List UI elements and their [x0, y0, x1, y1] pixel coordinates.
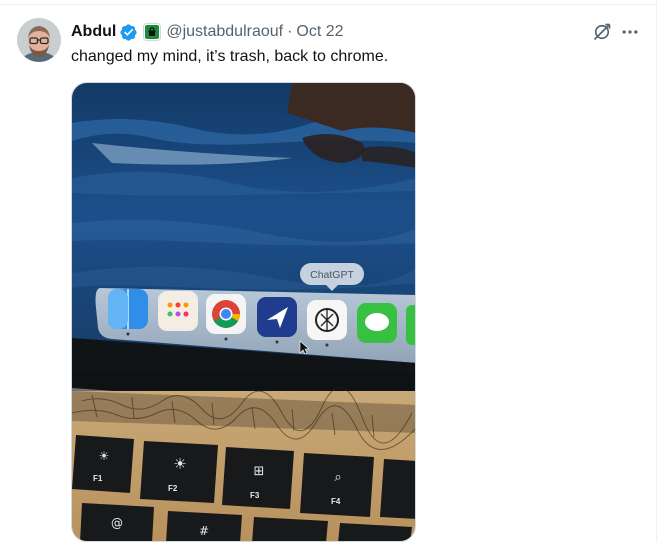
tweet-header: Abdul @justabdulraouf · Oct 22 — [71, 21, 344, 43]
chrome-icon[interactable] — [206, 294, 246, 334]
svg-text:F4: F4 — [331, 497, 341, 506]
svg-text:F1: F1 — [93, 474, 103, 483]
photo-laptop-dock: ChatGPT ☀ F1 ☀ F2 ⊞ F3 ⌕ F4 @ # — [72, 83, 415, 541]
chatgpt-tooltip: ChatGPT — [310, 269, 354, 281]
key-f2: ☀ F2 — [140, 441, 218, 503]
finder-icon[interactable] — [108, 289, 148, 329]
author-name[interactable]: Abdul — [71, 22, 116, 42]
tweet-date[interactable]: Oct 22 — [296, 22, 343, 42]
author-handle[interactable]: @justabdulraouf — [166, 22, 283, 42]
navigation-app-icon[interactable] — [257, 297, 297, 337]
more-icon — [622, 30, 638, 34]
tweet[interactable]: Abdul @justabdulraouf · Oct 22 changed m… — [0, 5, 656, 542]
grok-button[interactable] — [590, 20, 614, 44]
key-at: @ — [80, 503, 154, 541]
grok-icon — [593, 23, 611, 41]
messages-icon[interactable] — [357, 303, 397, 343]
affiliate-badge-icon[interactable] — [143, 23, 162, 41]
column-divider — [656, 0, 657, 542]
svg-text:⌕: ⌕ — [334, 470, 341, 485]
svg-text:#: # — [199, 524, 209, 538]
svg-text:☀: ☀ — [99, 449, 110, 463]
svg-text:☀: ☀ — [173, 455, 186, 473]
header-separator: · — [287, 23, 293, 40]
avatar[interactable] — [17, 18, 61, 62]
key-hash: # — [166, 511, 242, 541]
tweet-text: changed my mind, it’s trash, back to chr… — [71, 48, 389, 65]
tweet-photo[interactable]: ChatGPT ☀ F1 ☀ F2 ⊞ F3 ⌕ F4 @ # — [71, 82, 416, 542]
key-f3: ⊞ F3 — [222, 447, 294, 509]
svg-text:F2: F2 — [168, 484, 178, 493]
svg-text:⊞: ⊞ — [254, 464, 265, 479]
key-f1: ☀ F1 — [72, 435, 134, 493]
more-button[interactable] — [618, 20, 642, 44]
chatgpt-icon[interactable] — [307, 300, 347, 340]
key-f4: ⌕ F4 — [300, 453, 374, 517]
reminders-icon[interactable] — [158, 291, 198, 331]
svg-text:F3: F3 — [250, 491, 260, 500]
verified-badge-icon — [120, 23, 137, 41]
page: Abdul @justabdulraouf · Oct 22 changed m… — [0, 0, 665, 542]
svg-text:@: @ — [111, 516, 123, 530]
